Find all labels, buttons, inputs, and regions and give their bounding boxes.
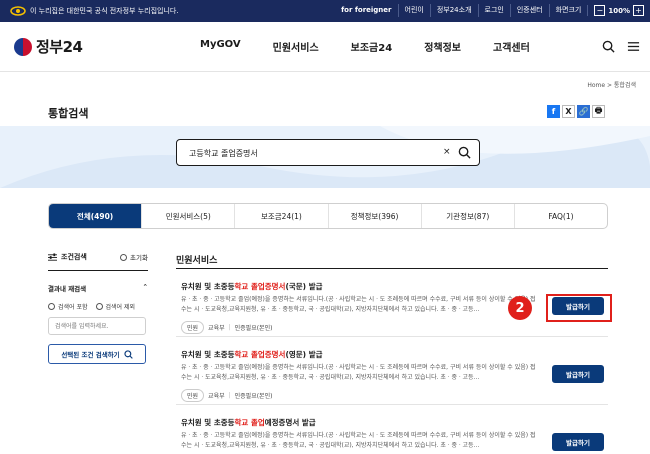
- facebook-share-icon[interactable]: f: [547, 105, 560, 118]
- site-logo[interactable]: 정부24: [14, 36, 83, 57]
- section-title: 민원서비스: [176, 256, 218, 266]
- radio-exclude-label: 검색어 제외: [105, 304, 136, 311]
- tag-org: 교육부: [208, 325, 225, 332]
- highlight-box: [546, 294, 612, 322]
- title-text: 예정증명서 발급: [264, 418, 316, 427]
- nav-subsidy24[interactable]: 보조금24: [351, 39, 393, 54]
- radio-include[interactable]: 검색어 포함: [48, 302, 88, 311]
- title-text: (국문) 발급: [285, 282, 323, 291]
- logo-text: 정부24: [36, 38, 83, 56]
- tag-auth: 인증필요(본인): [234, 325, 273, 332]
- result-item: 유치원 및 초중등학교 졸업예정증명서 발급 유ㆍ초ㆍ중ㆍ고등학교 졸업(예정)…: [176, 405, 608, 454]
- filter-reset-label: 초기화: [130, 254, 148, 262]
- result-title[interactable]: 유치원 및 초중등학교 졸업증명서(영문) 발급: [181, 349, 323, 360]
- title-text: 유치원 및 초중등: [181, 418, 235, 427]
- tag-chip: 민원: [181, 321, 205, 334]
- title-text: 유치원 및 초중등: [181, 350, 235, 359]
- tab-org-info[interactable]: 기관정보(87): [420, 204, 514, 228]
- search-input[interactable]: [189, 146, 429, 160]
- search-box: ×: [176, 139, 480, 166]
- tab-subsidy24[interactable]: 보조금24(1): [234, 204, 327, 228]
- taegeuk-flag-icon: [10, 6, 26, 16]
- issue-button[interactable]: 발급하기: [552, 433, 604, 451]
- filter-panel: 조건검색 초기화 결과내 재검색 ⌃ 검색어 포함 검색어 제외 선택된 조건 …: [48, 252, 148, 364]
- apply-filter-label: 선택된 조건 검색하기: [61, 351, 120, 359]
- within-search-input[interactable]: [48, 317, 146, 335]
- for-foreigner-link[interactable]: for foreigner: [335, 4, 397, 17]
- radio-include-label: 검색어 포함: [58, 304, 88, 311]
- search-icon[interactable]: [602, 40, 615, 53]
- x-share-icon[interactable]: X: [562, 105, 575, 118]
- title-highlight: 학교 졸업증명서: [234, 350, 286, 359]
- search-submit-icon[interactable]: [458, 146, 471, 159]
- filter-reset-button[interactable]: 초기화: [120, 252, 148, 262]
- tab-all[interactable]: 전체(490): [49, 204, 142, 228]
- result-title[interactable]: 유치원 및 초중등학교 졸업예정증명서 발급: [181, 417, 316, 428]
- cert-center-link[interactable]: 인증센터: [509, 4, 549, 17]
- tag-chip: 민원: [181, 389, 205, 402]
- about-link[interactable]: 정부24소개: [429, 4, 478, 17]
- title-highlight: 학교 졸업: [234, 418, 265, 427]
- search-icon: [124, 349, 133, 359]
- print-icon[interactable]: 🖶: [592, 105, 605, 118]
- chevron-up-icon: ⌃: [142, 283, 148, 291]
- share-buttons: f X 🔗 🖶: [547, 105, 605, 118]
- filter-sliders-icon: [48, 252, 57, 261]
- within-search-title: 결과내 재검색: [48, 285, 87, 293]
- nav-mygov[interactable]: MyGOV: [200, 39, 241, 54]
- zoom-in-button[interactable]: +: [633, 5, 644, 16]
- zoom-level: 100%: [608, 6, 630, 15]
- result-item: 유치원 및 초중등학교 졸업증명서(영문) 발급 유ㆍ초ㆍ중ㆍ고등학교 졸업(예…: [176, 337, 608, 405]
- main-nav: MyGOV 민원서비스 보조금24 정책정보 고객센터: [200, 39, 562, 54]
- tag-auth: 인증필요(본인): [234, 393, 273, 400]
- step-badge: 2: [508, 296, 532, 320]
- site-header: 정부24 MyGOV 민원서비스 보조금24 정책정보 고객센터: [0, 22, 650, 72]
- tab-policy-info[interactable]: 정책정보(396): [327, 204, 421, 228]
- login-link[interactable]: 로그인: [477, 4, 510, 17]
- tab-faq[interactable]: FAQ(1): [513, 204, 607, 228]
- result-description: 유ㆍ초ㆍ중ㆍ고등학교 졸업(예정)을 증명하는 서류입니다.(공ㆍ사립학교는 시…: [181, 364, 536, 381]
- page-title: 통합검색: [48, 107, 89, 120]
- result-title[interactable]: 유치원 및 초중등학교 졸업증명서(국문) 발급: [181, 281, 323, 292]
- tag-separator: |: [228, 324, 231, 331]
- link-copy-icon[interactable]: 🔗: [577, 105, 590, 118]
- clear-search-icon[interactable]: ×: [443, 147, 451, 157]
- filter-title: 조건검색: [61, 253, 87, 261]
- screen-size-label: 화면크기: [548, 4, 588, 17]
- result-description: 유ㆍ초ㆍ중ㆍ고등학교 졸업(예정)을 증명하는 서류입니다.(공ㆍ사립학교는 시…: [181, 432, 536, 449]
- title-text: 유치원 및 초중등: [181, 282, 235, 291]
- within-search-header[interactable]: 결과내 재검색 ⌃: [48, 283, 148, 293]
- result-item: 유치원 및 초중등학교 졸업증명서(국문) 발급 유ㆍ초ㆍ중ㆍ고등학교 졸업(예…: [176, 269, 608, 337]
- tab-civil-service[interactable]: 민원서비스(5): [141, 204, 234, 228]
- breadcrumb-home[interactable]: Home: [587, 82, 605, 89]
- nav-customer-center[interactable]: 고객센터: [493, 39, 530, 54]
- gov-notice-text: 이 누리집은 대한민국 공식 전자정부 누리집입니다.: [30, 7, 179, 15]
- issue-button[interactable]: 발급하기: [552, 365, 604, 383]
- tag-separator: |: [228, 392, 231, 399]
- breadcrumb-separator: >: [606, 82, 612, 89]
- nav-civil-service[interactable]: 민원서비스: [273, 39, 319, 54]
- breadcrumb: Home > 통합검색: [587, 80, 636, 89]
- reset-icon: [120, 253, 128, 261]
- apply-filter-button[interactable]: 선택된 조건 검색하기: [48, 344, 146, 364]
- title-highlight: 학교 졸업증명서: [234, 282, 286, 291]
- result-description: 유ㆍ초ㆍ중ㆍ고등학교 졸업(예정)을 증명하는 서류입니다.(공ㆍ사립학교는 시…: [181, 296, 536, 313]
- radio-exclude-circle: [95, 303, 103, 310]
- radio-include-circle: [48, 303, 55, 310]
- title-text: (영문) 발급: [285, 350, 323, 359]
- gov-banner: 이 누리집은 대한민국 공식 전자정부 누리집입니다. for foreigne…: [0, 0, 650, 22]
- zoom-out-button[interactable]: −: [594, 5, 606, 16]
- taegeuk-logo-icon: [14, 37, 32, 56]
- result-tabs: 전체(490) 민원서비스(5) 보조금24(1) 정책정보(396) 기관정보…: [48, 203, 608, 229]
- radio-exclude[interactable]: 검색어 제외: [95, 302, 136, 311]
- menu-icon[interactable]: [627, 40, 640, 53]
- kids-link[interactable]: 어린이: [397, 4, 430, 17]
- nav-policy-info[interactable]: 정책정보: [424, 39, 461, 54]
- tag-org: 교육부: [208, 393, 225, 400]
- breadcrumb-current: 통합검색: [613, 82, 636, 89]
